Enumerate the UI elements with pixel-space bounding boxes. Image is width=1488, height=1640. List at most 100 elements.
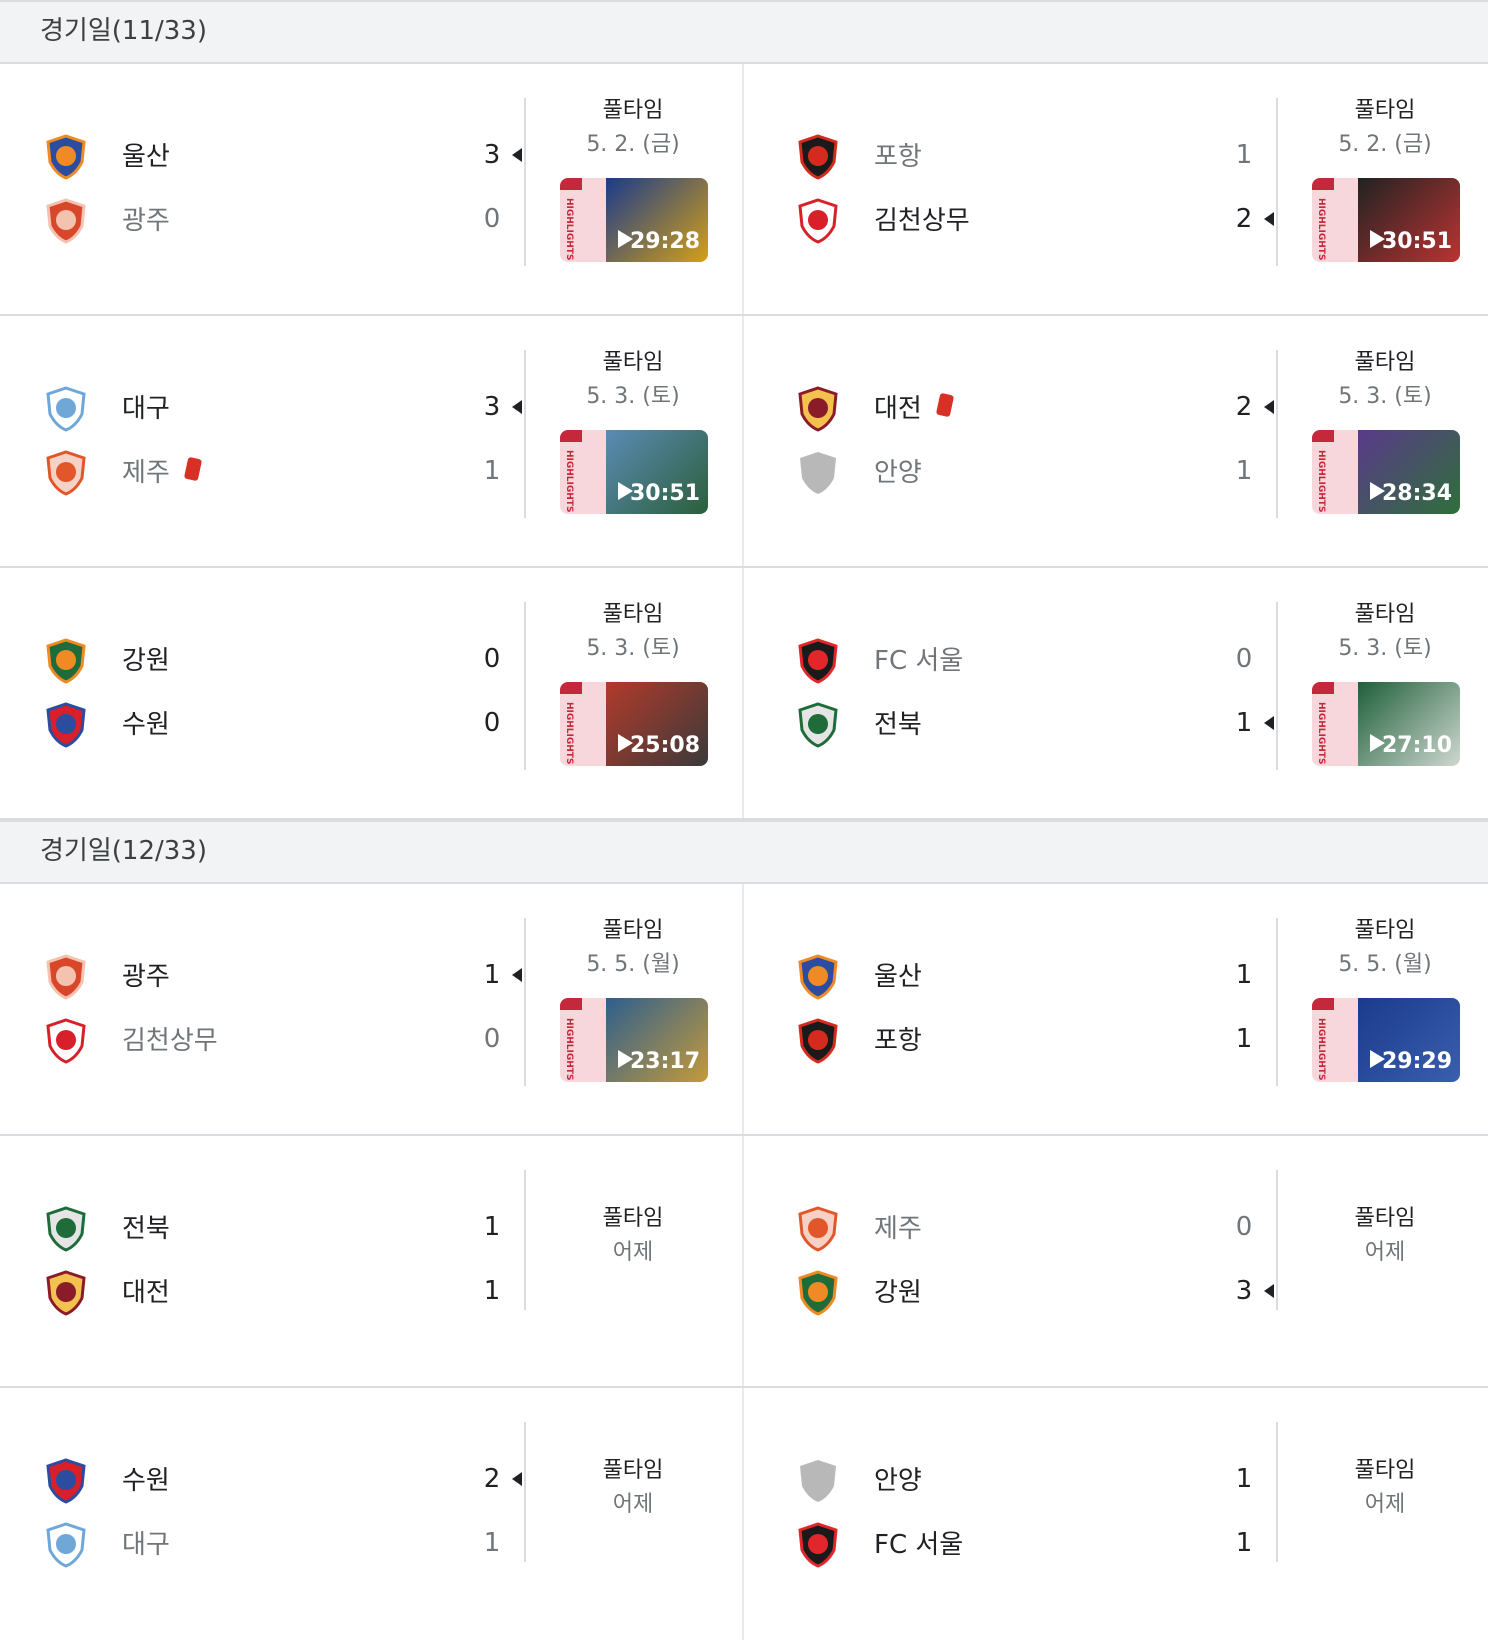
status-label: 풀타임	[1354, 918, 1416, 943]
highlight-video-thumbnail[interactable]: HIGHLIGHTS 30:51	[1312, 178, 1460, 262]
match-status: 풀타임 5. 2. (금)	[1292, 94, 1478, 162]
match-card[interactable]: 안양 1 FC 서울 1 풀타임 어제	[752, 1388, 1488, 1640]
anyang-team-logo	[794, 1456, 842, 1504]
gangwon-team-logo	[42, 636, 90, 684]
daejeon-team-logo	[42, 1268, 90, 1316]
match-status: 풀타임어제	[1292, 1454, 1478, 1522]
channel-badge-icon	[1312, 682, 1334, 694]
highlight-video-thumbnail[interactable]: HIGHLIGHTS 25:08	[560, 682, 708, 766]
match-card[interactable]: 광주 1 김천상무 0 풀타임 5. 5. (월) HIGHLIGHTS 23:17	[0, 884, 742, 1134]
column-divider	[742, 316, 744, 566]
match-status: 풀타임 5. 3. (토)	[540, 346, 726, 414]
team-name: 포항	[874, 1026, 922, 1056]
column-divider	[742, 1388, 744, 1640]
highlight-video-thumbnail[interactable]: HIGHLIGHTS 29:29	[1312, 998, 1460, 1082]
team-name: FC 서울	[874, 1530, 964, 1560]
highlights-label: HIGHLIGHTS	[1316, 198, 1326, 261]
team-name: 대전	[874, 394, 922, 424]
status-label: 풀타임	[1354, 98, 1416, 123]
highlight-video-thumbnail[interactable]: HIGHLIGHTS 27:10	[1312, 682, 1460, 766]
match-card[interactable]: 전북 1 대전 1 풀타임어제	[0, 1136, 742, 1386]
match-status: 풀타임 어제	[1292, 1202, 1478, 1270]
gwangju-team-logo	[42, 196, 90, 244]
winner-arrow-icon	[1264, 1284, 1274, 1298]
match-card[interactable]: 대구 3 제주 1 풀타임 5. 3. (토) HIGHLIGHTS 30:51	[0, 316, 742, 566]
team-name: 대구	[122, 394, 170, 424]
home-team: 울산 3	[42, 132, 522, 180]
video-duration: 29:28	[629, 229, 700, 254]
match-row: 광주 1 김천상무 0 풀타임 5. 5. (월) HIGHLIGHTS 23:17 울산 1…	[0, 884, 1488, 1136]
home-team: 전북 1	[42, 1204, 522, 1252]
match-date: 5. 3. (토)	[1338, 636, 1432, 661]
highlight-video-thumbnail[interactable]: HIGHLIGHTS 30:51	[560, 430, 708, 514]
status-label: 풀타임	[602, 1206, 664, 1231]
team-score: 2	[1235, 204, 1253, 234]
suwon-team-logo	[42, 1456, 90, 1504]
match-status: 풀타임 5. 5. (월)	[1292, 914, 1478, 982]
match-card[interactable]: 포항 1 김천상무 2 풀타임 5. 2. (금) HIGHLIGHTS 30:51	[752, 64, 1488, 314]
status-label: 풀타임	[1354, 1458, 1416, 1483]
match-card[interactable]: 강원 0 수원 0 풀타임 5. 3. (토) HIGHLIGHTS 25:08	[0, 568, 742, 818]
video-duration: 28:34	[1381, 481, 1452, 506]
team-name: 수원	[122, 710, 170, 740]
team-name: 대전	[122, 1278, 170, 1308]
match-card[interactable]: 제주 0 강원 3 풀타임 어제	[752, 1136, 1488, 1386]
match-row: 울산 3 광주 0 풀타임 5. 2. (금) HIGHLIGHTS 29:28 포항 1 김…	[0, 64, 1488, 316]
team-score: 0	[483, 204, 501, 234]
match-card[interactable]: 울산 3 광주 0 풀타임 5. 2. (금) HIGHLIGHTS 29:28	[0, 64, 742, 314]
match-status: 풀타임 5. 2. (금)	[540, 94, 726, 162]
gimcheon-team-logo	[42, 1016, 90, 1064]
status-divider	[524, 1422, 526, 1562]
winner-arrow-icon	[512, 148, 522, 162]
team-name: 울산	[122, 142, 170, 172]
match-row: 수원 2 대구 1 풀타임 어제 안양 1 FC 서울 1 풀타임 어제	[0, 1388, 1488, 1640]
away-team: FC 서울 1	[794, 1520, 1274, 1568]
away-team: 수원 0	[42, 700, 522, 748]
status-divider	[1276, 602, 1278, 770]
team-score: 2	[1235, 392, 1253, 422]
video-duration: 25:08	[629, 733, 700, 758]
match-card[interactable]: 울산 1 포항 1 풀타임 5. 5. (월) HIGHLIGHTS 29:29	[752, 884, 1488, 1134]
home-team: FC 서울 0	[794, 636, 1274, 684]
highlight-video-thumbnail[interactable]: HIGHLIGHTS 28:34	[1312, 430, 1460, 514]
video-duration: 30:51	[629, 481, 700, 506]
team-score: 0	[483, 644, 501, 674]
match-date: 5. 3. (토)	[586, 636, 680, 661]
match-grid: 울산 3 광주 0 풀타임 5. 2. (금) HIGHLIGHTS 29:28 포항 1 김…	[0, 64, 1488, 820]
away-team: 대전 1	[42, 1268, 522, 1316]
status-divider	[1276, 1422, 1278, 1562]
match-status: 풀타임 어제	[540, 1454, 726, 1522]
highlight-video-thumbnail[interactable]: HIGHLIGHTS 23:17	[560, 998, 708, 1082]
highlights-label: HIGHLIGHTS	[1316, 1018, 1326, 1081]
match-date: 5. 2. (금)	[586, 132, 680, 157]
video-duration: 23:17	[629, 1049, 700, 1074]
channel-badge-icon	[1312, 430, 1334, 442]
away-team: 전북 1	[794, 700, 1274, 748]
status-divider	[524, 918, 526, 1086]
team-score: 1	[1235, 960, 1253, 990]
fixtures-list: 경기일(11/33) 울산 3 광주 0 풀타임 5. 2. (금) HIGHLIGHTS…	[0, 0, 1488, 1640]
home-team: 광주 1	[42, 952, 522, 1000]
match-date: 어제	[612, 1240, 654, 1265]
winner-arrow-icon	[512, 968, 522, 982]
team-name: 강원	[122, 646, 170, 676]
status-label: 풀타임	[1354, 602, 1416, 627]
match-date: 어제	[1364, 1492, 1406, 1517]
home-team: 울산 1	[794, 952, 1274, 1000]
match-card[interactable]: 대전 2 안양 1 풀타임 5. 3. (토) HIGHLIGHTS 28:34	[752, 316, 1488, 566]
home-team: 대전 2	[794, 384, 1274, 432]
away-team: 강원 3	[794, 1268, 1274, 1316]
match-card[interactable]: FC 서울 0 전북 1 풀타임 5. 3. (토) HIGHLIGHTS 27:10	[752, 568, 1488, 818]
team-name: 전북	[874, 710, 922, 740]
team-score: 3	[1235, 1276, 1253, 1306]
gwangju-team-logo	[42, 952, 90, 1000]
channel-badge-icon	[560, 430, 582, 442]
team-name: 포항	[874, 142, 922, 172]
highlight-video-thumbnail[interactable]: HIGHLIGHTS 29:28	[560, 178, 708, 262]
winner-arrow-icon	[1264, 400, 1274, 414]
match-status: 풀타임 5. 5. (월)	[540, 914, 726, 982]
match-card[interactable]: 수원 2 대구 1 풀타임 어제	[0, 1388, 742, 1640]
team-score: 1	[483, 960, 501, 990]
highlights-label: HIGHLIGHTS	[1316, 450, 1326, 513]
away-team: 광주 0	[42, 196, 522, 244]
